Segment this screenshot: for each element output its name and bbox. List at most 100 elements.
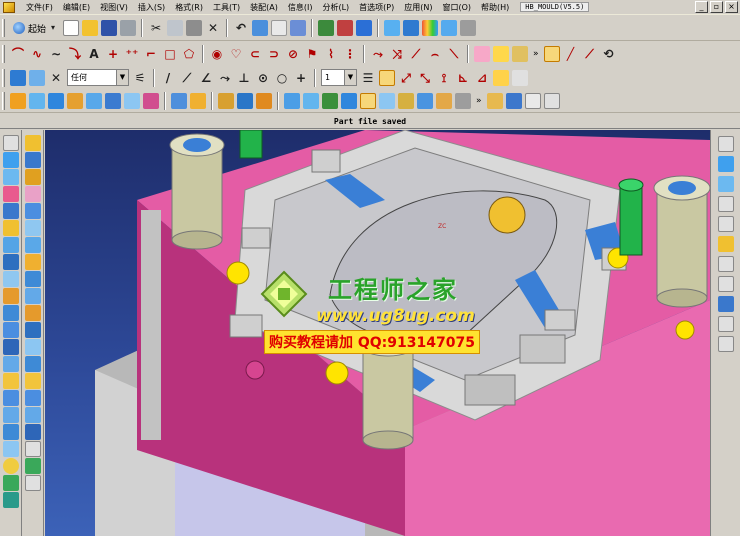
menu-info[interactable]: 信息(I)	[283, 2, 318, 13]
select-face-icon[interactable]	[29, 69, 45, 86]
offset-surface-icon[interactable]	[143, 93, 159, 109]
toolbar-grip[interactable]	[2, 68, 5, 87]
menu-file[interactable]: 文件(F)	[21, 2, 58, 13]
clock-icon[interactable]	[717, 276, 734, 292]
groove-icon[interactable]	[24, 237, 41, 253]
intersect-icon[interactable]	[24, 305, 41, 321]
graphics-viewport[interactable]: ZC 工程师之家 www.ug8ug.com 购买教程请加 QQ:9131470…	[45, 130, 710, 536]
deselect-all-icon[interactable]: ✕	[48, 70, 64, 86]
line-icon[interactable]: ∼	[48, 46, 64, 62]
slot-icon[interactable]	[24, 220, 41, 236]
divide-icon[interactable]: ⚑	[304, 46, 320, 62]
print-icon[interactable]	[120, 20, 137, 36]
color-palette-icon[interactable]	[422, 20, 439, 36]
spline-icon[interactable]: ∿	[29, 46, 45, 62]
chamfer-icon[interactable]	[237, 93, 253, 109]
fillet-icon[interactable]: ♡	[228, 46, 244, 62]
box-view-icon[interactable]	[403, 20, 420, 36]
mesh-surface-icon[interactable]	[105, 93, 121, 109]
select-body-icon[interactable]	[10, 69, 26, 86]
more-tools-icon[interactable]: »	[474, 96, 484, 106]
sphere-icon[interactable]	[2, 458, 19, 474]
save-icon[interactable]	[101, 20, 118, 36]
surface-icon[interactable]	[493, 45, 509, 62]
hole-icon[interactable]	[24, 186, 41, 202]
ejector-icon[interactable]	[2, 373, 19, 389]
join-icon[interactable]: ⋮	[342, 46, 358, 62]
sweep-icon[interactable]	[48, 93, 64, 109]
type-filter-dropdown[interactable]: 任何 ▼	[67, 69, 129, 86]
wrap-icon[interactable]	[24, 475, 41, 491]
start-button[interactable]: 起始 ▾	[10, 19, 60, 37]
work-layer-dropdown[interactable]: 1 ▼	[321, 69, 357, 86]
menu-tools[interactable]: 工具(T)	[208, 2, 245, 13]
close-button[interactable]: ×	[725, 1, 738, 13]
part-tab-icon[interactable]	[717, 176, 734, 192]
display-icon[interactable]	[356, 20, 373, 36]
pattern-icon[interactable]	[24, 424, 41, 440]
menu-analysis[interactable]: 分析(L)	[317, 2, 354, 13]
curve-icon[interactable]: ⤵	[67, 46, 83, 62]
part-navigator-icon[interactable]	[2, 152, 19, 168]
selection-filter-icon[interactable]: ⚟	[132, 70, 148, 86]
wireframe-icon[interactable]	[441, 20, 458, 36]
electrode-icon[interactable]	[2, 441, 19, 457]
face-icon[interactable]	[512, 45, 528, 62]
sketch-icon[interactable]	[474, 45, 490, 62]
mold-tools-icon[interactable]	[505, 93, 522, 109]
isoparametric-icon[interactable]: ⌢	[427, 46, 443, 62]
menu-application[interactable]: 应用(N)	[399, 2, 437, 13]
cone-icon[interactable]	[24, 169, 41, 185]
shaded-view-icon[interactable]	[384, 20, 401, 36]
reuse-tab-icon[interactable]	[717, 196, 734, 212]
hd3d-icon[interactable]	[2, 203, 19, 219]
extend-icon[interactable]: ⊘	[285, 46, 301, 62]
snap-perpendicular-icon[interactable]: ⊥	[236, 70, 252, 86]
mold-layout-icon[interactable]	[524, 93, 541, 109]
menu-edit[interactable]: 编辑(E)	[58, 2, 95, 13]
patch-icon[interactable]	[24, 458, 41, 474]
snap-mid-icon[interactable]: ⟋	[179, 70, 195, 86]
web-tab-icon[interactable]	[717, 236, 734, 252]
intersect-curve-icon[interactable]: ⤨	[389, 46, 405, 62]
mirror-face-icon[interactable]	[455, 93, 471, 109]
toolbar-grip[interactable]	[2, 44, 5, 63]
draft-icon[interactable]	[284, 93, 300, 109]
scale-icon[interactable]	[24, 373, 41, 389]
ellipse-icon[interactable]: ◉	[209, 46, 225, 62]
point-plus-icon[interactable]: +	[105, 46, 121, 62]
mold-base-icon[interactable]	[543, 93, 560, 109]
toolbar-grip[interactable]	[2, 92, 5, 110]
snap-quadrant-icon[interactable]: ○	[274, 70, 290, 86]
system-material-icon[interactable]	[2, 254, 19, 270]
unite-icon[interactable]	[24, 271, 41, 287]
snap-intersection-icon[interactable]: ⤳	[217, 70, 233, 86]
menu-window[interactable]: 窗口(O)	[437, 2, 476, 13]
pad-icon[interactable]	[24, 254, 41, 270]
arc-icon[interactable]: ⌒	[10, 46, 26, 62]
thicken-icon[interactable]	[24, 356, 41, 372]
lifter-icon[interactable]	[2, 356, 19, 372]
menu-help[interactable]: 帮助(H)	[476, 2, 514, 13]
palette-tab-icon[interactable]	[717, 256, 734, 272]
block-icon[interactable]	[24, 135, 41, 151]
offset-icon[interactable]: ⊃	[266, 46, 282, 62]
delete-face-icon[interactable]	[360, 93, 376, 109]
paste-icon[interactable]	[186, 20, 203, 36]
point-set-icon[interactable]: ⁺⁺	[124, 46, 140, 62]
slider-icon[interactable]	[2, 339, 19, 355]
subtract-icon[interactable]	[24, 288, 41, 304]
face-blend-icon[interactable]	[303, 93, 319, 109]
thread-icon[interactable]	[24, 390, 41, 406]
rectangle-icon[interactable]: □	[162, 46, 178, 62]
runner-icon[interactable]	[2, 424, 19, 440]
restore-button[interactable]: ▫	[710, 1, 723, 13]
wcs-save-icon[interactable]	[512, 69, 528, 86]
corner-icon[interactable]: ⌐	[143, 46, 159, 62]
mold-wizard-icon[interactable]	[486, 93, 503, 109]
wcs-y-axis-icon[interactable]: ⊿	[474, 70, 490, 86]
revolve-icon[interactable]	[29, 93, 45, 109]
boss-icon[interactable]	[24, 203, 41, 219]
assembly-navigator-icon[interactable]	[2, 135, 19, 151]
wcs-rotate-icon[interactable]: ⤡	[417, 70, 433, 86]
